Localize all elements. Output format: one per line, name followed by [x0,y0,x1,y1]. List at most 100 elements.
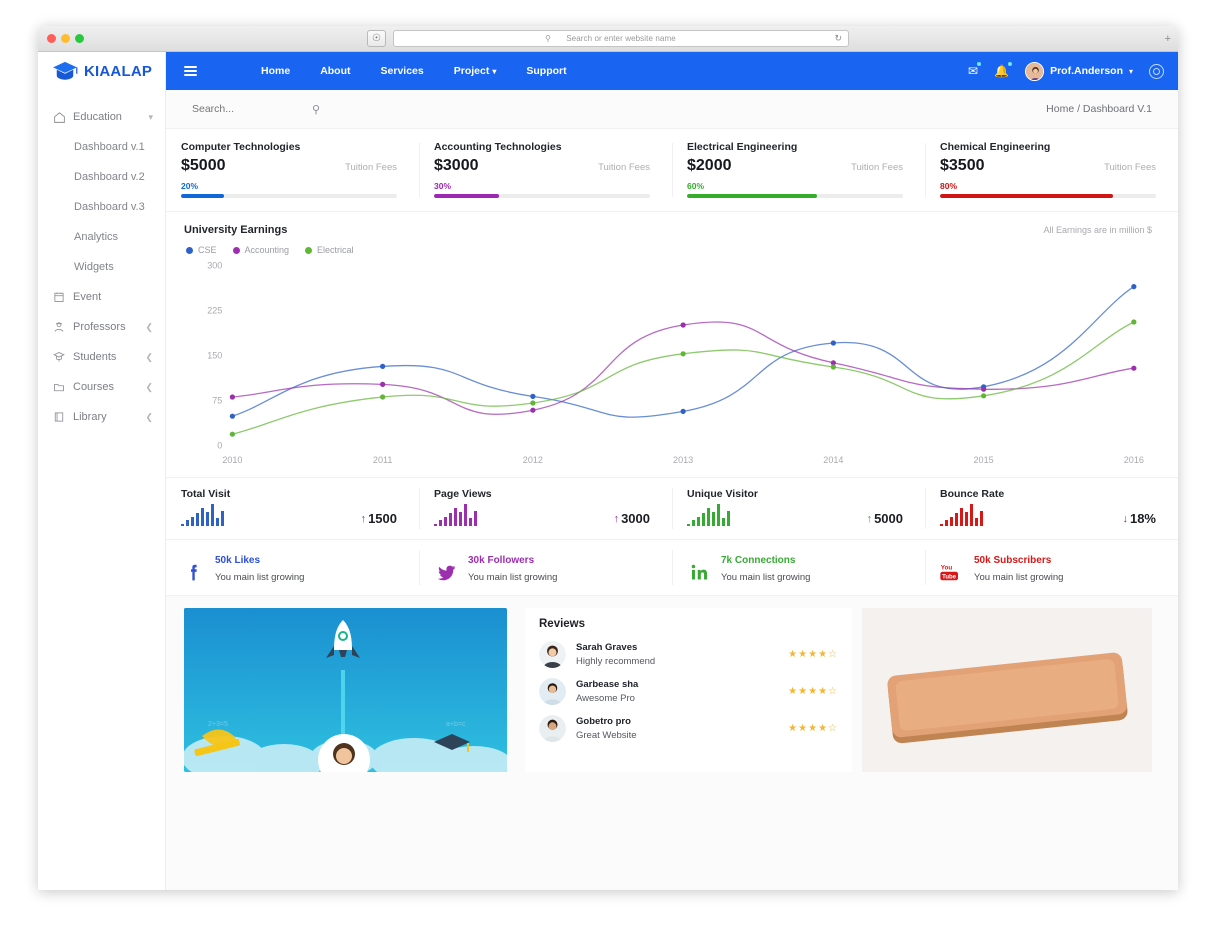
page-viewport: KIAALAP Education ▾ Dashboard v.1 Dashbo… [38,52,1178,890]
sparkline-bar [722,518,725,526]
sidebar-item-dashboard-v3[interactable]: Dashboard v.3 [38,192,165,222]
sidebar-item-label: Event [73,291,153,303]
sidebar-item-label: Students [73,351,138,363]
social-card-youtube[interactable]: You Tube 50k Subscribers You main list g… [925,540,1178,595]
sparkline-bar [201,508,204,526]
search-box[interactable]: ⚲ [192,103,320,116]
kpi-title: Computer Technologies [181,141,397,153]
sidebar-item-professors[interactable]: Professors ❮ [38,312,165,342]
hamburger-icon[interactable] [184,66,197,76]
brand-logo[interactable]: KIAALAP [38,52,165,90]
chart-data-point[interactable] [230,414,235,419]
legend-swatch [305,247,312,254]
chart-data-point[interactable] [530,408,535,413]
stat-value-wrap: ↓ 18% [1122,511,1156,526]
user-menu[interactable]: Prof.Anderson ▾ [1025,62,1133,81]
chart-data-point[interactable] [681,409,686,414]
chart-line-electrical [232,322,1133,434]
search-icon[interactable]: ⚲ [312,103,320,116]
trend-up-icon: ↑ [867,513,873,525]
sparkline-bars [940,504,983,526]
search-icon: ⚲ [545,34,551,43]
sidebar-item-library[interactable]: Library ❮ [38,402,165,432]
stat-card-bounce-rate: Bounce Rate ↓ 18% [925,478,1178,539]
review-item[interactable]: Gobetro pro Great Website ★★★★☆ [539,710,838,747]
chart-data-point[interactable] [230,432,235,437]
sidebar-item-courses[interactable]: Courses ❮ [38,372,165,402]
book-icon [52,410,66,424]
brand-name: KIAALAP [84,63,152,80]
kpi-percent: 60% [687,181,903,191]
nav-item-support[interactable]: Support [526,65,566,77]
chart-data-point[interactable] [1131,284,1136,289]
chart-data-point[interactable] [380,394,385,399]
reload-icon[interactable]: ↻ [834,33,842,44]
social-card-twitter[interactable]: 30k Followers You main list growing [419,540,672,595]
shield-icon[interactable]: ☉ [367,30,386,47]
chart-data-point[interactable] [230,394,235,399]
sidebar-item-students[interactable]: Students ❮ [38,342,165,372]
chart-data-point[interactable] [1131,319,1136,324]
chart-data-point[interactable] [380,364,385,369]
avatar [539,641,566,668]
chart-annotation: All Earnings are in million $ [1043,225,1152,235]
kpi-value: $5000 [181,157,226,175]
nav-item-home[interactable]: Home [261,65,290,77]
chart-data-point[interactable] [681,322,686,327]
stat-value: 1500 [368,511,397,526]
kpi-value: $2000 [687,157,732,175]
navbar-actions: ✉ 🔔 Prof.Anderson [968,62,1164,81]
legend-item-accounting[interactable]: Accounting [233,245,290,255]
url-bar[interactable]: ⚲ Search or enter website name ↻ [393,30,849,47]
chart-data-point[interactable] [981,393,986,398]
bell-icon[interactable]: 🔔 [994,64,1009,78]
nav-item-about[interactable]: About [320,65,350,77]
facebook-icon [181,550,205,595]
top-navbar: Home About Services Project▾ Support ✉ 🔔 [166,52,1178,90]
promo-illustration[interactable]: 2+3=5a+b=c [184,608,507,772]
social-card-facebook[interactable]: 50k Likes You main list growing [166,540,419,595]
star-rating: ★★★★☆ [788,723,838,734]
y-axis-tick: 0 [217,441,222,451]
chevron-down-icon: ▾ [148,112,153,123]
legend-item-cse[interactable]: CSE [186,245,217,255]
social-text: 50k Subscribers You main list growing [974,550,1063,595]
chart-data-point[interactable] [981,387,986,392]
kpi-title: Chemical Engineering [940,141,1156,153]
chart-data-point[interactable] [1131,366,1136,371]
nav-label: Support [526,65,566,77]
product-photo[interactable] [862,608,1152,772]
search-input[interactable] [192,103,260,115]
chart-data-point[interactable] [831,364,836,369]
kpi-percent: 20% [181,181,397,191]
kpi-subtitle: Tuition Fees [598,162,650,173]
sidebar-item-dashboard-v1[interactable]: Dashboard v.1 [38,132,165,162]
review-item[interactable]: Garbease sha Awesome Pro ★★★★☆ [539,673,838,710]
envelope-icon[interactable]: ✉ [968,64,978,78]
stat-card-page-views: Page Views ↑ 3000 [419,478,672,539]
student-icon [52,350,66,364]
kpi-value: $3500 [940,157,985,175]
review-item[interactable]: Sarah Graves Highly recommend ★★★★☆ [539,636,838,673]
chart-data-point[interactable] [681,351,686,356]
sidebar-item-dashboard-v2[interactable]: Dashboard v.2 [38,162,165,192]
chart-data-point[interactable] [530,400,535,405]
sidebar-item-widgets[interactable]: Widgets [38,252,165,282]
review-text: Garbease sha Awesome Pro [576,679,638,704]
sparkline-bar [975,518,978,526]
chart-data-point[interactable] [831,340,836,345]
sidebar-item-education[interactable]: Education ▾ [38,102,165,132]
chart-data-point[interactable] [380,382,385,387]
nav-item-services[interactable]: Services [381,65,424,77]
social-card-linkedin[interactable]: 7k Connections You main list growing [672,540,925,595]
legend-item-electrical[interactable]: Electrical [305,245,354,255]
circle-target-icon[interactable] [1149,64,1164,79]
new-tab-button[interactable]: + [1165,33,1171,45]
chart-data-point[interactable] [530,394,535,399]
stat-value: 3000 [621,511,650,526]
nav-item-project[interactable]: Project▾ [454,65,497,77]
earnings-chart-card: University Earnings All Earnings are in … [166,212,1178,478]
sidebar-item-analytics[interactable]: Analytics [38,222,165,252]
sidebar-item-event[interactable]: Event [38,282,165,312]
stat-card-total-visit: Total Visit ↑ 1500 [166,478,419,539]
